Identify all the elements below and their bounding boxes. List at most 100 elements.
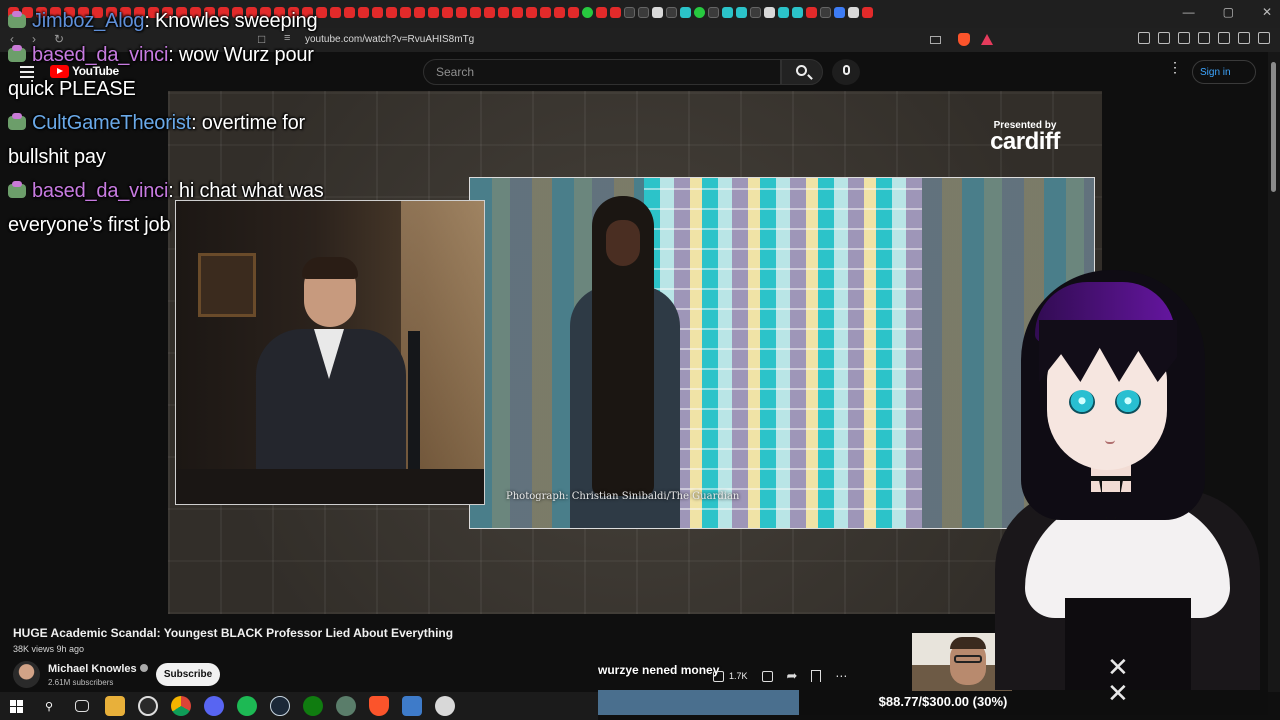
maximize-button[interactable]: ▢ bbox=[1223, 5, 1234, 19]
tab-youtube-icon[interactable] bbox=[400, 7, 411, 18]
avatar-lacing: ✕ ✕ bbox=[1107, 652, 1129, 708]
chat-username: Jimboz_Alog bbox=[32, 10, 145, 32]
tab-youtube-icon[interactable] bbox=[512, 7, 523, 18]
tab-youtube-icon[interactable] bbox=[596, 7, 607, 18]
facecam-glasses bbox=[954, 655, 982, 663]
obs-icon[interactable] bbox=[138, 696, 158, 716]
thumbs-up-icon bbox=[713, 670, 724, 682]
close-window-button[interactable]: ✕ bbox=[1262, 5, 1272, 19]
chat-badge-icon bbox=[8, 11, 26, 28]
omnibox[interactable]: ≡ youtube.com/watch?v=RvuAHIS8mTg bbox=[280, 31, 980, 49]
tab-youtube-icon[interactable] bbox=[498, 7, 509, 18]
video-actions: 1.7K ➦ ⋯ bbox=[713, 664, 848, 688]
tab-doc-icon[interactable] bbox=[848, 7, 859, 18]
tab-generic-icon[interactable] bbox=[820, 7, 831, 18]
search-input[interactable] bbox=[424, 60, 780, 84]
tab-youtube-icon[interactable] bbox=[456, 7, 467, 18]
sidebar-icon[interactable] bbox=[1178, 32, 1190, 44]
search-icon bbox=[796, 65, 807, 76]
windows-start-icon[interactable] bbox=[6, 696, 26, 716]
tab-youtube-icon[interactable] bbox=[862, 7, 873, 18]
tab-youtube-icon[interactable] bbox=[414, 7, 425, 18]
tab-cyan-icon[interactable] bbox=[722, 7, 733, 18]
stream-goal-amount: $88.77/$300.00 (30%) bbox=[878, 694, 1008, 709]
share-icon[interactable]: ➦ bbox=[787, 668, 798, 684]
tab-youtube-icon[interactable] bbox=[428, 7, 439, 18]
search-button[interactable] bbox=[781, 59, 823, 85]
more-actions-icon[interactable]: ⋯ bbox=[835, 669, 848, 683]
cast-icon[interactable] bbox=[930, 36, 941, 44]
wallet-icon[interactable] bbox=[1198, 32, 1210, 44]
sign-in-button[interactable]: Sign in bbox=[1192, 60, 1256, 84]
chat-username: CultGameTheorist bbox=[32, 112, 192, 134]
media-icon[interactable] bbox=[1158, 32, 1170, 44]
tab-vivaldi-icon[interactable] bbox=[610, 7, 621, 18]
tab-generic-icon[interactable] bbox=[750, 7, 761, 18]
stream-goal-bar: $88.77/$300.00 (30%) bbox=[598, 690, 1268, 715]
spotify-icon[interactable] bbox=[237, 696, 257, 716]
tab-youtube-icon[interactable] bbox=[442, 7, 453, 18]
tab-cyan-icon[interactable] bbox=[736, 7, 747, 18]
tab-doc-icon[interactable] bbox=[652, 7, 663, 18]
chat-message: Jimboz_Alog: Knowles sweeping bbox=[8, 4, 360, 38]
tab-blue-icon[interactable] bbox=[834, 7, 845, 18]
search-box[interactable] bbox=[423, 59, 781, 85]
extensions-icon[interactable] bbox=[1138, 32, 1150, 44]
tab-generic-icon[interactable] bbox=[638, 7, 649, 18]
tab-youtube-icon[interactable] bbox=[540, 7, 551, 18]
tab-youtube-icon[interactable] bbox=[526, 7, 537, 18]
tab-generic-icon[interactable] bbox=[666, 7, 677, 18]
tab-doc-icon[interactable] bbox=[764, 7, 775, 18]
tab-youtube-icon[interactable] bbox=[484, 7, 495, 18]
brave-icon[interactable] bbox=[369, 696, 389, 716]
avatar-eye-right bbox=[1115, 390, 1141, 414]
page-scrollbar[interactable] bbox=[1268, 52, 1280, 692]
tab-youtube-icon[interactable] bbox=[386, 7, 397, 18]
channel-name[interactable]: Michael Knowles bbox=[48, 663, 148, 675]
tab-youtube-icon[interactable] bbox=[806, 7, 817, 18]
tab-youtube-icon[interactable] bbox=[568, 7, 579, 18]
chat-badge-icon bbox=[8, 45, 26, 62]
vpn-icon[interactable] bbox=[1218, 32, 1230, 44]
channel-name-text[interactable]: Michael Knowles bbox=[48, 663, 137, 675]
sponsor-brand: cardiff bbox=[990, 128, 1060, 155]
shield-icon[interactable] bbox=[1238, 32, 1250, 44]
minimize-button[interactable]: — bbox=[1183, 5, 1195, 19]
stream-goal-label: wurzye nened money bbox=[598, 663, 720, 677]
menu-icon[interactable] bbox=[1258, 32, 1270, 44]
like-button[interactable]: 1.7K bbox=[713, 670, 748, 682]
app-icon-2[interactable] bbox=[435, 696, 455, 716]
tab-generic-icon[interactable] bbox=[624, 7, 635, 18]
tab-cyan-icon[interactable] bbox=[680, 7, 691, 18]
tab-cyan-icon[interactable] bbox=[792, 7, 803, 18]
voice-search-button[interactable] bbox=[832, 59, 860, 85]
tab-cyan-icon[interactable] bbox=[778, 7, 789, 18]
tab-green-play-icon[interactable] bbox=[582, 7, 593, 18]
tab-generic-icon[interactable] bbox=[708, 7, 719, 18]
channel-avatar[interactable] bbox=[13, 661, 40, 688]
tab-youtube-icon[interactable] bbox=[470, 7, 481, 18]
extension-toolbar bbox=[1138, 32, 1270, 44]
subject-face bbox=[606, 220, 640, 266]
tab-green-icon[interactable] bbox=[694, 7, 705, 18]
search-icon[interactable]: ⚲ bbox=[39, 696, 59, 716]
vscode-icon[interactable] bbox=[402, 696, 422, 716]
discord-icon[interactable] bbox=[204, 696, 224, 716]
settings-kebab-icon[interactable]: ⋮ bbox=[1168, 60, 1182, 74]
stained-glass-window bbox=[644, 178, 922, 528]
tab-youtube-icon[interactable] bbox=[372, 7, 383, 18]
video-meta: 38K views 9h ago bbox=[13, 644, 85, 654]
file-explorer-icon[interactable] bbox=[105, 696, 125, 716]
app-icon[interactable] bbox=[336, 696, 356, 716]
chrome-icon[interactable] bbox=[171, 696, 191, 716]
steam-icon[interactable] bbox=[270, 696, 290, 716]
task-view-icon[interactable] bbox=[75, 700, 89, 712]
thumbs-down-icon[interactable] bbox=[761, 670, 773, 682]
scrollbar-thumb[interactable] bbox=[1271, 62, 1276, 192]
brave-shields-icon[interactable] bbox=[958, 33, 970, 46]
subscribe-button[interactable]: Subscribe bbox=[156, 663, 220, 686]
tab-youtube-icon[interactable] bbox=[554, 7, 565, 18]
xbox-icon[interactable] bbox=[303, 696, 323, 716]
brave-rewards-icon[interactable] bbox=[981, 34, 993, 45]
save-icon[interactable] bbox=[811, 670, 822, 682]
